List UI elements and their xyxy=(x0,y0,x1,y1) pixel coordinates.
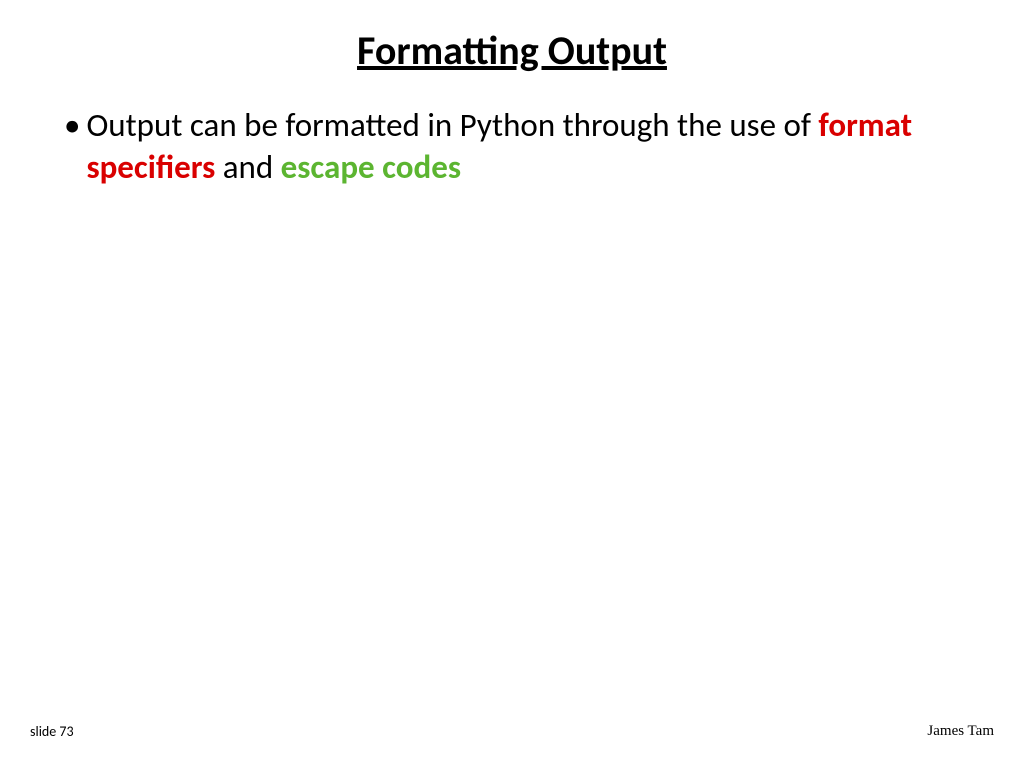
footer-slide-number: slide 73 xyxy=(30,723,74,740)
text-green-escape-codes: escape codes xyxy=(281,147,461,187)
text-plain-2: and xyxy=(215,147,280,187)
bullet-item: • Output can be formatted in Python thro… xyxy=(64,104,960,188)
slide-title: Formatting Output xyxy=(0,26,1024,75)
bullet-text: Output can be formatted in Python throug… xyxy=(86,104,960,188)
text-plain-1: Output can be formatted in Python throug… xyxy=(86,105,818,145)
slide-body: • Output can be formatted in Python thro… xyxy=(64,104,960,188)
footer-author: James Tam xyxy=(927,723,994,740)
bullet-mark: • xyxy=(64,104,86,188)
slide: Formatting Output • Output can be format… xyxy=(0,0,1024,768)
